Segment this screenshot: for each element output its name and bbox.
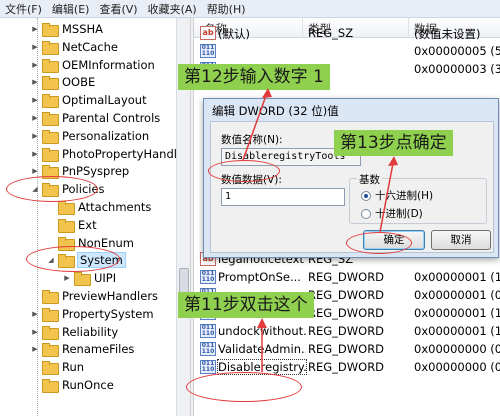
arrow-step11-head	[257, 318, 267, 328]
arrow-step13	[379, 157, 395, 233]
annotation-arrows	[242, 88, 398, 372]
arrow-step12-head	[262, 88, 272, 98]
arrow-step12	[242, 89, 269, 161]
arrow-step13-head	[388, 156, 398, 166]
